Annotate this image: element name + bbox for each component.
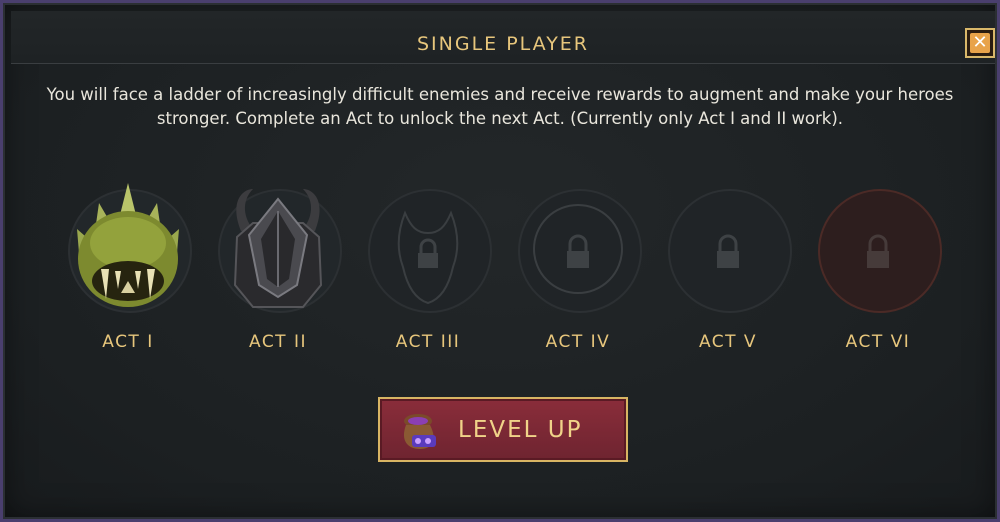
level-up-button[interactable]: LEVEL UP [378, 397, 628, 462]
locked-silhouette-icon [397, 210, 459, 305]
loot-bag-icon [403, 414, 436, 449]
lock-icon [867, 234, 889, 268]
level-up-label: LEVEL UP [458, 417, 583, 443]
locked-silhouette-icon [533, 204, 623, 294]
act-3-label: ACT III [395, 332, 461, 352]
act-2-label: ACT II [248, 332, 308, 352]
close-icon: ✕ [970, 33, 990, 53]
single-player-dialog: SINGLE PLAYER ✕ You will face a ladder o… [0, 0, 1000, 522]
green-monster-icon [77, 183, 179, 307]
act-6[interactable]: ACT VI [803, 181, 953, 361]
act-1-label: ACT I [102, 332, 154, 352]
dialog-title: SINGLE PLAYER [416, 33, 590, 55]
close-button[interactable]: ✕ [965, 28, 995, 58]
act-5[interactable]: ACT V [653, 181, 803, 361]
act-5-label: ACT V [698, 332, 758, 352]
horned-helmet-icon [233, 189, 323, 308]
act-4-label: ACT IV [545, 332, 611, 352]
title-bar: SINGLE PLAYER ✕ [11, 11, 995, 64]
act-1[interactable]: ACT I [53, 181, 203, 361]
act-list: ACT I ACT II ACT III ACT IV ACT V ACT VI [3, 181, 1000, 361]
act-2[interactable]: ACT II [203, 181, 353, 361]
description-text: You will face a ladder of increasingly d… [46, 85, 954, 128]
lock-icon [717, 234, 739, 268]
act-4[interactable]: ACT IV [503, 181, 653, 361]
act-3[interactable]: ACT III [353, 181, 503, 361]
act-6-label: ACT VI [845, 332, 911, 352]
